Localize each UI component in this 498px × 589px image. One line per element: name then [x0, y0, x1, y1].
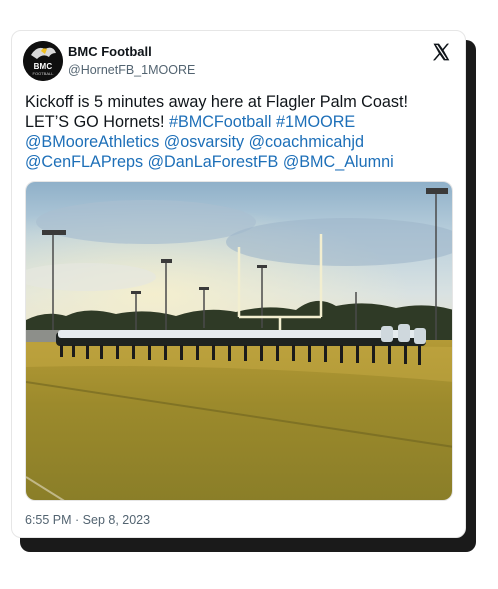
mention-bmc-alumni[interactable]: @BMC_Alumni: [283, 153, 394, 171]
hashtag-bmcfootball[interactable]: #BMCFootball: [169, 113, 272, 131]
avatar-sublabel: FOOTBALL: [32, 71, 54, 76]
post-text: Kickoff is 5 minutes away here at Flagle…: [25, 92, 455, 172]
football-field-photo: [26, 182, 452, 500]
mention-danlaforestfb[interactable]: @DanLaForestFB: [148, 153, 279, 171]
post-photo[interactable]: [25, 181, 453, 501]
mention-osvarsity[interactable]: @osvarsity: [164, 133, 244, 151]
post-timestamp[interactable]: 6:55 PM · Sep 8, 2023: [25, 513, 150, 527]
mention-cenflapreps[interactable]: @CenFLAPreps: [25, 153, 143, 171]
author-name[interactable]: BMC Football: [68, 44, 152, 59]
mention-bmooreathletics[interactable]: @BMooreAthletics: [25, 133, 159, 151]
x-logo-icon[interactable]: [431, 42, 451, 62]
avatar-label: BMC: [33, 62, 53, 71]
mention-coachmicahjd[interactable]: @coachmicahjd: [249, 133, 364, 151]
avatar[interactable]: BMC FOOTBALL: [23, 41, 63, 81]
hashtag-1moore[interactable]: #1MOORE: [276, 113, 355, 131]
author-handle[interactable]: @HornetFB_1MOORE: [68, 63, 195, 77]
